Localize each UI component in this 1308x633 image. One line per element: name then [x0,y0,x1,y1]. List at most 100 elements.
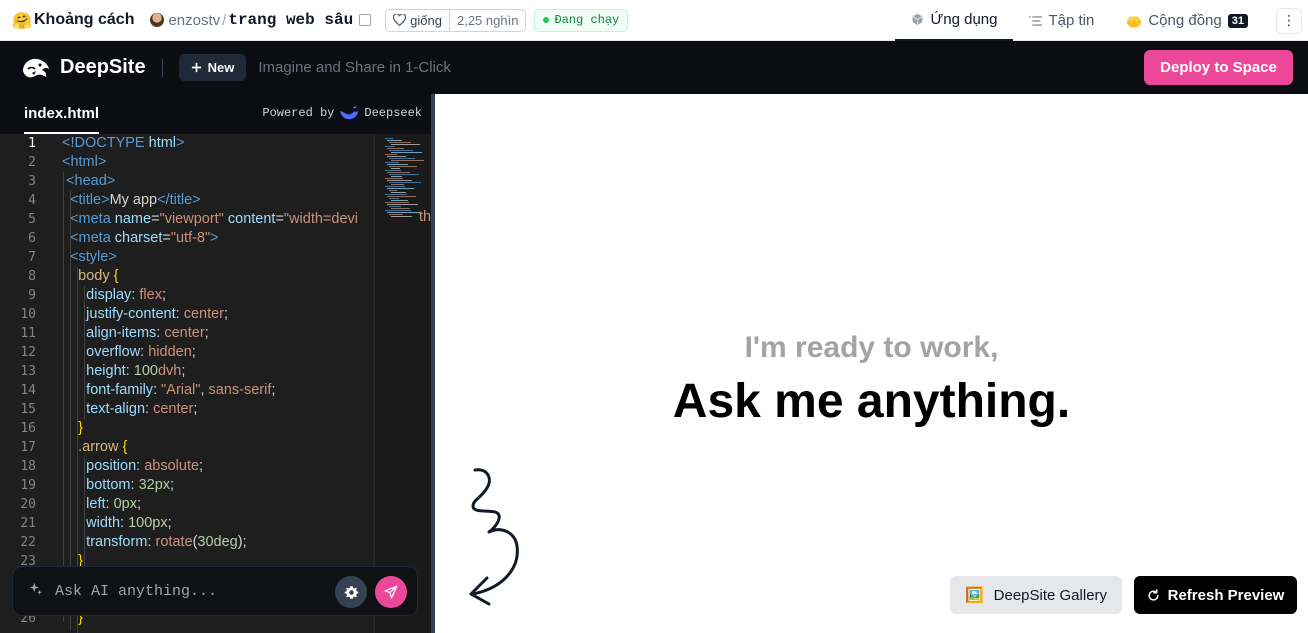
minimap-line [391,168,400,169]
minimap-line [385,186,405,187]
line-number: 9 [28,288,36,303]
minimap-line [387,172,410,173]
repo-name[interactable]: trang web sâu [228,11,353,29]
code-editor-panel: index.html Powered by Deepseek 1 2 3 4 5… [0,94,433,633]
line-number: 14 [20,383,36,398]
code-line: width: 100px; [86,515,172,531]
more-options-icon[interactable]: ⋮ [1276,7,1302,34]
tab-app-label: Ứng dụng [930,11,998,28]
deepsite-header: DeepSite New Imagine and Share in 1-Clic… [0,41,1308,94]
code-line: <meta name="viewport" content="width=dev… [70,211,358,227]
file-tab-index-html[interactable]: index.html [24,94,100,134]
ask-ai-input[interactable] [55,582,325,600]
owner-avatar[interactable] [150,13,165,27]
refresh-icon [1148,588,1159,601]
line-number: 3 [28,174,36,189]
minimap-line [389,198,399,199]
tab-community[interactable]: Cộng đồng 31 [1110,0,1264,41]
code-line: <!DOCTYPE html> [62,135,185,151]
ask-ai-box [12,566,418,616]
minimap-line [391,176,402,177]
minimap-line [389,214,403,215]
code-line: <style> [70,249,117,265]
ask-me-heading: Ask me anything. [672,375,1071,428]
powered-by-label: Powered by [262,106,335,120]
tab-app[interactable]: Ứng dụng [895,0,1014,41]
minimap-line [385,138,393,139]
code-line: <title>My app</title> [70,192,201,208]
line-number: 1 [28,136,36,151]
code-area[interactable]: 1 2 3 4 5 6 7 8 9 10 11 12 13 14 15 16 1… [0,134,433,633]
space-title[interactable]: Khoảng cách [34,11,134,29]
status-badge[interactable]: Đang chạy [534,8,629,32]
deploy-to-space-button[interactable]: Deploy to Space [1144,50,1293,85]
line-number-gutter: 1 2 3 4 5 6 7 8 9 10 11 12 13 14 15 16 1… [0,134,48,628]
new-button[interactable]: New [178,54,247,81]
new-button-label: New [207,60,235,75]
minimap-line [389,174,419,175]
deepsite-brand: DeepSite [60,56,146,78]
minimap-line [387,164,408,165]
powered-by-brand: Deepseek [364,106,422,120]
minimap-line [385,154,397,155]
line-number: 5 [28,212,36,227]
like-count[interactable]: 2,25 nghìn [448,9,525,31]
minimap-line [385,210,411,211]
minimap-line [391,200,408,201]
plus-icon [191,62,201,73]
hf-top-bar: 🤗 Khoảng cách enzostv / trang web sâu gi… [0,0,1308,41]
send-icon [384,585,398,599]
code-line: justify-content: center; [86,306,229,322]
code-line: display: flex; [86,287,166,303]
line-number: 13 [20,364,36,379]
deepseek-whale-icon [340,106,359,120]
code-line: overflow: hidden; [86,344,196,360]
heart-icon [393,14,407,26]
minimap-line [385,178,403,179]
code-line: body { [78,268,119,284]
gallery-label: DeepSite Gallery [993,586,1108,604]
minimap-line [387,188,414,189]
minimap-line [387,180,412,181]
code-line: <html> [62,154,107,170]
code-line: position: absolute; [86,458,204,474]
copy-icon[interactable] [359,14,372,26]
gear-icon [344,585,358,599]
editor-tab-bar: index.html Powered by Deepseek [0,94,433,134]
space-emoji-icon: 🤗 [12,10,32,30]
code-line: align-items: center; [86,325,209,341]
line-number: 10 [20,307,36,322]
code-line: left: 0px; [86,496,141,512]
owner-link[interactable]: enzostv [168,12,220,29]
tab-files[interactable]: Tập tin [1013,0,1110,41]
gallery-icon: 🖼️ [964,587,984,604]
minimap-line [387,156,406,157]
line-number: 19 [20,478,36,493]
settings-button[interactable] [335,576,367,608]
line-number: 6 [28,231,36,246]
refresh-preview-button[interactable]: Refresh Preview [1134,576,1297,614]
files-icon [1029,15,1043,26]
line-number: 2 [28,155,36,170]
minimap-line [385,146,395,147]
like-button[interactable]: giống [386,10,449,31]
sparkle-icon [29,582,47,600]
minimap-line [387,196,416,197]
status-dot-icon [543,17,550,23]
send-button[interactable] [375,576,407,608]
code-content[interactable]: <!DOCTYPE html> <html> <head> <title>My a… [62,134,374,628]
line-number: 17 [20,440,36,455]
code-line: bottom: 32px; [86,477,175,493]
line-number: 21 [20,516,36,531]
minimap-line [391,160,424,161]
minimap-line [385,202,409,203]
code-line: height: 100dvh; [86,363,186,379]
code-line: text-align: center; [86,401,198,417]
ready-heading: I'm ready to work, [744,331,999,364]
deepsite-gallery-button[interactable]: 🖼️ DeepSite Gallery [950,576,1122,614]
line-number: 15 [20,402,36,417]
line-number: 20 [20,497,36,512]
line-number: 8 [28,269,36,284]
code-line: <head> [66,173,116,189]
header-divider [161,58,163,77]
